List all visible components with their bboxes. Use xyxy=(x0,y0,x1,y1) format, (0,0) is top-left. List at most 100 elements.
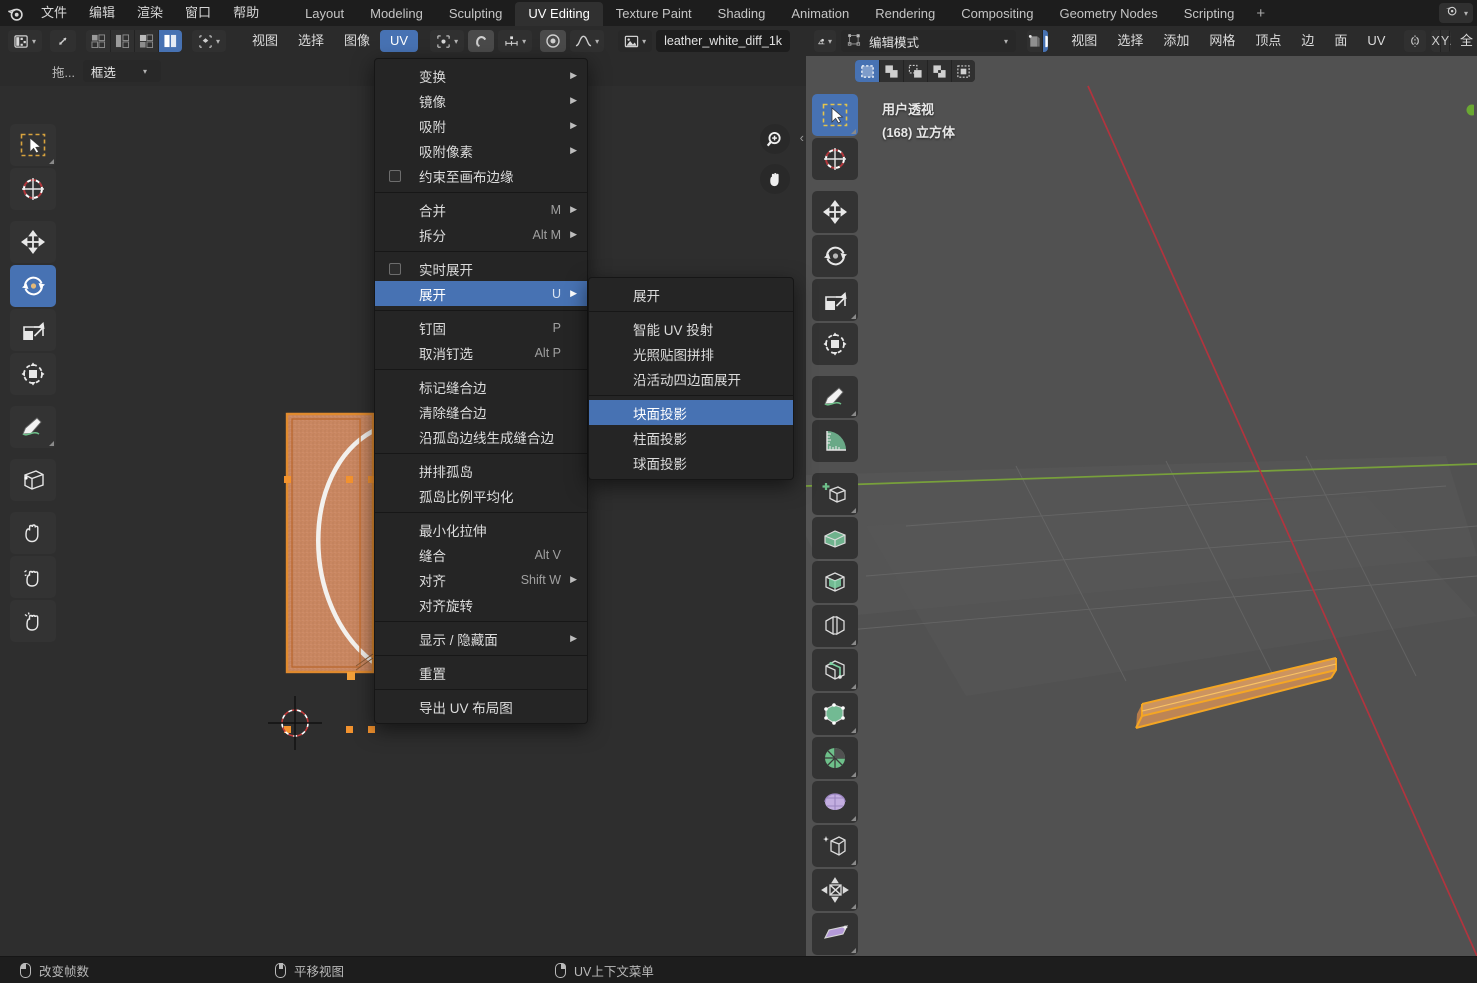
blender-logo-icon[interactable] xyxy=(0,0,30,26)
tab-geometry-nodes[interactable]: Geometry Nodes xyxy=(1046,2,1170,26)
tab-compositing[interactable]: Compositing xyxy=(948,2,1046,26)
v3d-tool-knife[interactable] xyxy=(812,693,858,735)
menu-file[interactable]: 文件 xyxy=(30,0,78,26)
uv-tool-move[interactable] xyxy=(10,221,56,263)
v3d-menu-view[interactable]: 视图 xyxy=(1061,30,1107,52)
checkbox-icon[interactable] xyxy=(389,169,401,182)
menu-item-clear-seam[interactable]: 清除缝合边 xyxy=(375,399,587,424)
menu-edit[interactable]: 编辑 xyxy=(78,0,126,26)
tab-animation[interactable]: Animation xyxy=(778,2,862,26)
menu-window[interactable]: 窗口 xyxy=(174,0,222,26)
v3d-tool-move[interactable] xyxy=(812,191,858,233)
uv-tool-grab[interactable] xyxy=(10,512,56,554)
uv-tool-transform[interactable] xyxy=(10,353,56,395)
menu-item-unwrap[interactable]: 展开 U ▶ xyxy=(375,281,587,306)
v3d-tool-shear[interactable] xyxy=(812,913,858,955)
submenu-item-cylinder-projection[interactable]: 柱面投影 xyxy=(589,425,793,450)
snap-magnet-icon[interactable] xyxy=(468,30,495,52)
uv-edge-select-mode[interactable] xyxy=(110,30,134,52)
submenu-item-lightmap-pack[interactable]: 光照贴图拼排 xyxy=(589,341,793,366)
chevron-left-icon[interactable]: ‹ xyxy=(800,130,804,145)
3d-viewport-type-icon[interactable]: ▾ xyxy=(814,30,836,52)
proportional-edit-icon[interactable] xyxy=(540,30,567,52)
uv-tool-pinch[interactable] xyxy=(10,600,56,642)
submenu-item-smart-uv-project[interactable]: 智能 UV 投射 xyxy=(589,316,793,341)
select-intersect-mode[interactable] xyxy=(951,60,975,82)
uv-menu-uv[interactable]: UV xyxy=(380,30,419,52)
select-extend-mode[interactable] xyxy=(879,60,903,82)
scene-selector[interactable]: ▾ xyxy=(1438,3,1473,23)
menu-item-constrain-to-image-bounds[interactable]: 约束至画布边缘 xyxy=(375,163,587,188)
menu-item-export-uv-layout[interactable]: 导出 UV 布局图 xyxy=(375,694,587,719)
menu-help[interactable]: 帮助 xyxy=(222,0,270,26)
mesh-vertex-select-mode[interactable] xyxy=(1027,30,1042,52)
v3d-menu-edge[interactable]: 边 xyxy=(1291,30,1324,52)
v3d-menu-uv[interactable]: UV xyxy=(1357,30,1395,52)
menu-item-snap-to-pixels[interactable]: 吸附像素 ▶ xyxy=(375,138,587,163)
select-set-mode[interactable] xyxy=(855,60,879,82)
drag-action-select[interactable]: 框选 ▾ xyxy=(82,60,161,82)
uv-island-select-mode[interactable] xyxy=(158,30,182,52)
uv-menu-select[interactable]: 选择 xyxy=(288,30,334,52)
v3d-tool-rotate[interactable] xyxy=(812,235,858,277)
v3d-tool-smooth[interactable] xyxy=(812,825,858,867)
tab-sculpting[interactable]: Sculpting xyxy=(436,2,515,26)
menu-item-show-hide-faces[interactable]: 显示 / 隐藏面 ▶ xyxy=(375,626,587,651)
tab-layout[interactable]: Layout xyxy=(292,2,357,26)
v3d-menu-select[interactable]: 选择 xyxy=(1107,30,1153,52)
add-workspace-button[interactable]: + xyxy=(1247,2,1274,26)
menu-item-average-island-scale[interactable]: 孤岛比例平均化 xyxy=(375,483,587,508)
v3d-tool-add-cube[interactable] xyxy=(812,473,858,515)
v3d-tool-measure[interactable] xyxy=(812,420,858,462)
v3d-menu-face[interactable]: 面 xyxy=(1324,30,1357,52)
menu-item-transform[interactable]: 变换 ▶ xyxy=(375,63,587,88)
uv-face-select-mode[interactable] xyxy=(134,30,158,52)
zoom-in-icon[interactable] xyxy=(760,124,790,154)
submenu-item-follow-active-quads[interactable]: 沿活动四边面展开 xyxy=(589,366,793,391)
uv-tool-tweak[interactable] xyxy=(10,124,56,166)
v3d-tool-tweak[interactable] xyxy=(812,94,858,136)
axis-navigation-gizmo-icon[interactable] xyxy=(1444,88,1477,118)
tab-scripting[interactable]: Scripting xyxy=(1171,2,1248,26)
pivot-point-icon[interactable]: ▾ xyxy=(430,30,465,52)
uv-tool-annotate[interactable] xyxy=(10,406,56,448)
interaction-mode-select[interactable]: 编辑模式 ▾ xyxy=(841,30,1016,52)
v3d-tool-spin[interactable] xyxy=(812,781,858,823)
hand-pan-icon[interactable] xyxy=(760,164,790,194)
uv-editor-type-icon[interactable]: ▾ xyxy=(8,30,42,52)
menu-item-unpin[interactable]: 取消钉选 Alt P xyxy=(375,340,587,365)
menu-item-align[interactable]: 对齐 Shift W ▶ xyxy=(375,567,587,592)
menu-render[interactable]: 渲染 xyxy=(126,0,174,26)
v3d-menu-add[interactable]: 添加 xyxy=(1153,30,1199,52)
select-subtract-mode[interactable] xyxy=(903,60,927,82)
tab-texture-paint[interactable]: Texture Paint xyxy=(603,2,705,26)
menu-item-mark-seam[interactable]: 标记缝合边 xyxy=(375,374,587,399)
falloff-curve-icon[interactable]: ▾ xyxy=(570,30,605,52)
uv-tool-cursor[interactable] xyxy=(10,168,56,210)
v3d-tool-bevel[interactable] xyxy=(812,605,858,647)
menu-item-seams-from-islands[interactable]: 沿孤岛边线生成缝合边 xyxy=(375,424,587,449)
uv-tool-rip-region[interactable] xyxy=(10,459,56,501)
v3d-tool-poly-build[interactable] xyxy=(812,737,858,779)
submenu-item-unwrap[interactable]: 展开 xyxy=(589,282,793,307)
submenu-item-cube-projection[interactable]: 块面投影 xyxy=(589,400,793,425)
snap-target-icon[interactable]: ▾ xyxy=(498,30,533,52)
v3d-tool-transform[interactable] xyxy=(812,323,858,365)
v3d-tool-shrink-fatten[interactable] xyxy=(812,869,858,911)
transform-orientation-label[interactable]: 全 xyxy=(1456,30,1477,52)
v3d-tool-cursor[interactable] xyxy=(812,138,858,180)
uv-menu-view[interactable]: 视图 xyxy=(242,30,288,52)
menu-item-split[interactable]: 拆分 Alt M ▶ xyxy=(375,222,587,247)
v3d-tool-annotate[interactable] xyxy=(812,376,858,418)
menu-item-mirror[interactable]: 镜像 ▶ xyxy=(375,88,587,113)
submenu-item-sphere-projection[interactable]: 球面投影 xyxy=(589,450,793,475)
v3d-menu-vertex[interactable]: 顶点 xyxy=(1245,30,1291,52)
uv-tool-rotate[interactable] xyxy=(10,265,56,307)
menu-item-align-rotation[interactable]: 对齐旋转 xyxy=(375,592,587,617)
menu-item-live-unwrap[interactable]: 实时展开 xyxy=(375,256,587,281)
menu-item-pack-islands[interactable]: 拼排孤岛 xyxy=(375,458,587,483)
uv-menu-image[interactable]: 图像 xyxy=(334,30,380,52)
viewport-3d-canvas[interactable] xyxy=(806,56,1477,956)
tab-shading[interactable]: Shading xyxy=(705,2,779,26)
tab-modeling[interactable]: Modeling xyxy=(357,2,436,26)
